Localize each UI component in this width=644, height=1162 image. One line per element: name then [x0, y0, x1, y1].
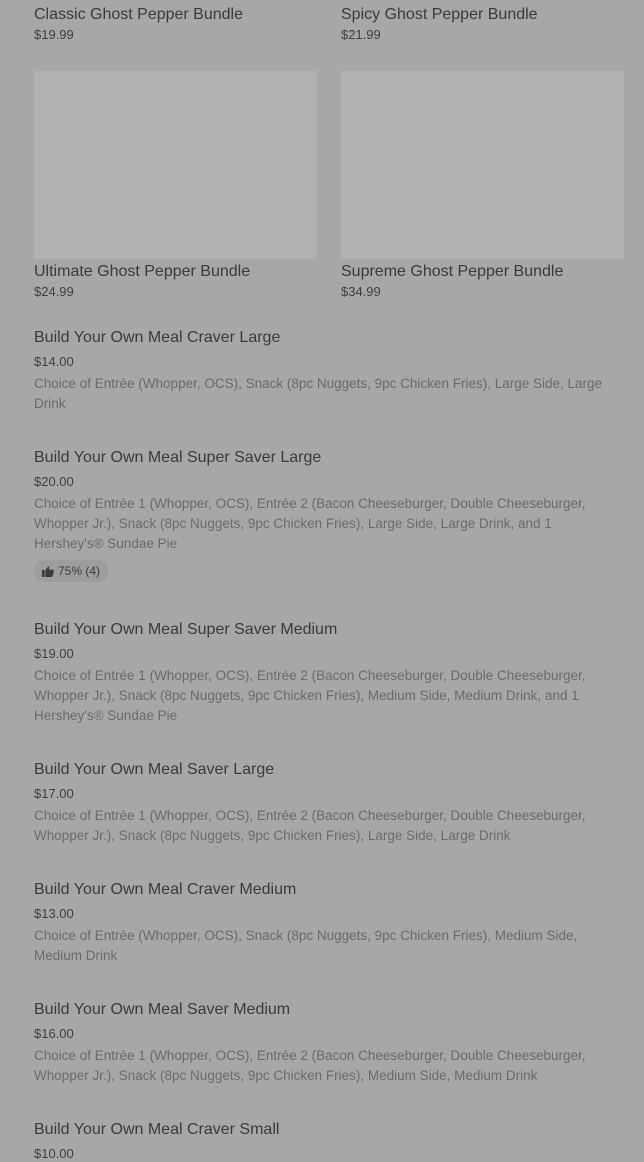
- bundle-card-spicy[interactable]: Spicy Ghost Pepper Bundle $21.99: [341, 0, 624, 43]
- bundle-price: $19.99: [34, 27, 74, 42]
- menu-item[interactable]: Build Your Own Meal Super Saver Medium $…: [34, 620, 610, 726]
- bundle-image: [34, 71, 317, 259]
- menu-item[interactable]: Build Your Own Meal Super Saver Large $2…: [34, 448, 610, 582]
- menu-item-description: Choice of Entrée (Whopper, OCS), Snack (…: [34, 376, 603, 411]
- menu-item-description: Choice of Entrée 1 (Whopper, OCS), Entré…: [34, 496, 586, 551]
- menu-item-description: Choice of Entrée 1 (Whopper, OCS), Entré…: [34, 668, 586, 723]
- menu-item[interactable]: Build Your Own Meal Saver Medium $16.00 …: [34, 1000, 610, 1086]
- bundle-price: $21.99: [341, 27, 381, 42]
- menu-item-name: Build Your Own Meal Craver Small: [34, 1121, 280, 1138]
- menu-item-price: $16.00: [34, 1026, 74, 1041]
- menu-item-price: $14.00: [34, 354, 74, 369]
- menu-item-name: Build Your Own Meal Super Saver Medium: [34, 621, 338, 638]
- bundle-card-ultimate[interactable]: Ultimate Ghost Pepper Bundle $24.99: [34, 71, 317, 300]
- thumbs-up-icon: [42, 565, 54, 577]
- menu-item[interactable]: Build Your Own Meal Craver Medium $13.00…: [34, 880, 610, 966]
- menu-item[interactable]: Build Your Own Meal Craver Large $14.00 …: [34, 328, 610, 414]
- bundle-price: $34.99: [341, 284, 381, 299]
- menu-item-name: Build Your Own Meal Craver Medium: [34, 881, 297, 898]
- bundle-image: [341, 71, 624, 259]
- bundle-card-supreme[interactable]: Supreme Ghost Pepper Bundle $34.99: [341, 71, 624, 300]
- bundle-card-classic[interactable]: Classic Ghost Pepper Bundle $19.99: [34, 0, 317, 43]
- menu-item-price: $10.00: [34, 1146, 74, 1161]
- menu-item-price: $17.00: [34, 786, 74, 801]
- menu-item[interactable]: Build Your Own Meal Craver Small $10.00: [34, 1120, 279, 1162]
- menu-item-description: Choice of Entrée (Whopper, OCS), Snack (…: [34, 928, 578, 963]
- menu-item-name: Build Your Own Meal Saver Medium: [34, 1001, 291, 1018]
- menu-item-price: $19.00: [34, 646, 74, 661]
- menu-item-description: Choice of Entrée 1 (Whopper, OCS), Entré…: [34, 808, 586, 843]
- bundle-name: Spicy Ghost Pepper Bundle: [341, 6, 538, 23]
- rating-badge: 75% (4): [34, 560, 109, 582]
- menu-item-name: Build Your Own Meal Saver Large: [34, 761, 275, 778]
- menu-item-price: $20.00: [34, 474, 74, 489]
- rating-text: 75% (4): [58, 564, 101, 578]
- bundle-price: $24.99: [34, 284, 74, 299]
- menu-item-name: Build Your Own Meal Super Saver Large: [34, 449, 322, 466]
- menu-item-name: Build Your Own Meal Craver Large: [34, 329, 281, 346]
- menu-item-price: $13.00: [34, 906, 74, 921]
- bundle-name: Supreme Ghost Pepper Bundle: [341, 263, 564, 280]
- bundle-name: Classic Ghost Pepper Bundle: [34, 6, 243, 23]
- bundle-name: Ultimate Ghost Pepper Bundle: [34, 263, 251, 280]
- menu-item[interactable]: Build Your Own Meal Saver Large $17.00 C…: [34, 760, 610, 846]
- menu-item-description: Choice of Entrée 1 (Whopper, OCS), Entré…: [34, 1048, 586, 1083]
